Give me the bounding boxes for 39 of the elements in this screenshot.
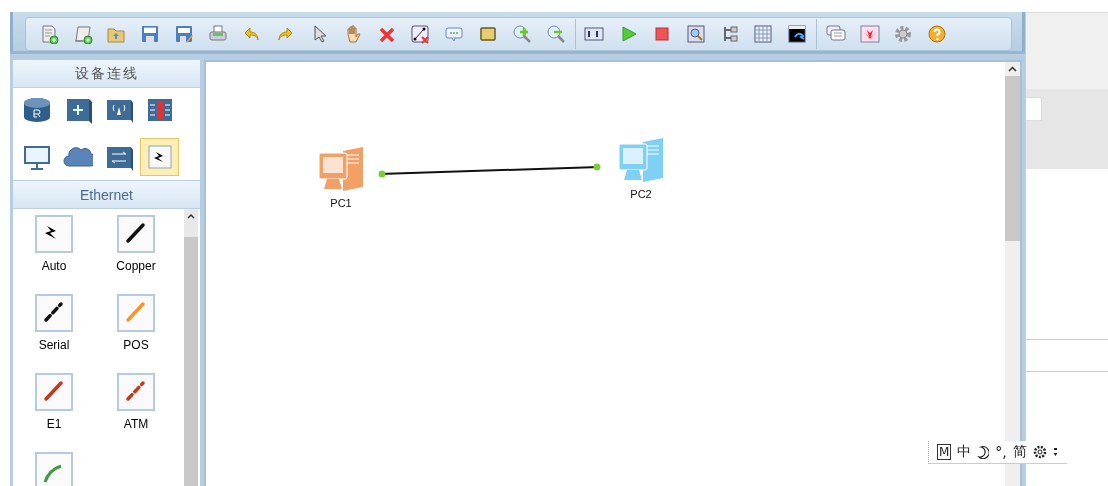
panel-title: 设备连线	[74, 64, 139, 83]
flower-logo-icon	[859, 24, 880, 44]
delete-link-icon	[410, 24, 431, 44]
zoom-in-icon	[511, 24, 532, 44]
cable-type-item[interactable]: POS	[117, 294, 155, 373]
lightning-icon	[35, 215, 73, 253]
settings-icon	[893, 24, 914, 44]
zoom-out-icon	[545, 24, 566, 44]
capture-icon	[685, 24, 706, 44]
ime-option[interactable]: 中	[957, 443, 972, 461]
node-label: PC2	[630, 188, 652, 200]
chat-icon	[825, 24, 846, 44]
input-field[interactable]	[1026, 97, 1042, 121]
cable-type-item[interactable]: E1	[35, 373, 73, 452]
cable-type-item[interactable]: Serial	[35, 294, 73, 373]
comment-icon	[444, 24, 465, 44]
cable-type-item[interactable]: Auto	[35, 215, 73, 294]
rectangle-icon	[478, 24, 499, 44]
cable-type-item[interactable]: Copper	[116, 215, 156, 294]
link-line[interactable]	[378, 163, 601, 178]
printer-icon	[207, 24, 228, 44]
moon-icon[interactable]	[977, 445, 990, 459]
help-icon	[927, 24, 948, 44]
cable-type-item[interactable]: ATM	[117, 373, 155, 452]
ime-option[interactable]: °,	[995, 444, 1007, 460]
ime-mode-button[interactable]: M	[937, 444, 952, 460]
scrollbar[interactable]	[184, 209, 198, 486]
save-edit-icon	[174, 24, 194, 44]
node-label: PC1	[330, 197, 352, 209]
table-grid-icon	[753, 24, 774, 44]
scroll-add-icon	[72, 24, 93, 44]
ime-option[interactable]: 简	[1012, 443, 1027, 461]
cable-type-header[interactable]: Ethernet	[13, 180, 200, 209]
settings-icon[interactable]	[1032, 445, 1047, 459]
terminal-window-icon	[787, 24, 808, 44]
actual-size-icon	[584, 24, 605, 44]
more-options-icon[interactable]	[1052, 446, 1059, 458]
router-icon	[21, 95, 52, 125]
save-icon	[140, 24, 161, 44]
